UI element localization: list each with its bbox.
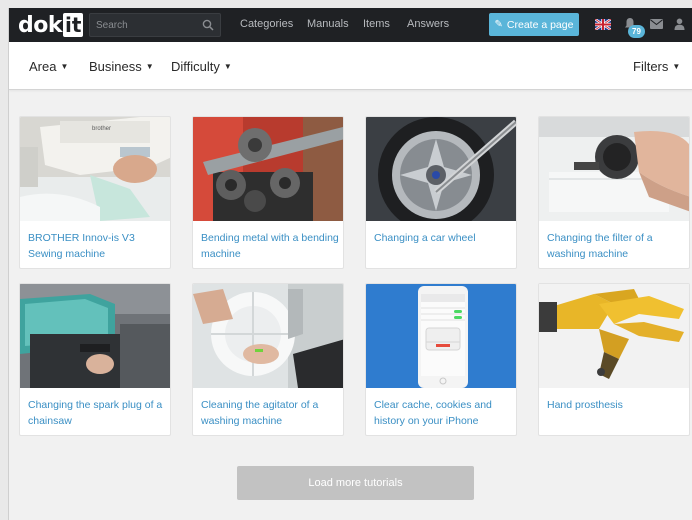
business-label: Business xyxy=(89,59,142,74)
svg-text:brother: brother xyxy=(92,126,111,132)
sewing-machine-thumbnail: brother xyxy=(20,117,170,221)
tutorial-title[interactable]: Cleaning the agitator of a washing machi… xyxy=(201,398,341,429)
mail-icon[interactable] xyxy=(650,19,663,29)
filters-label: Filters xyxy=(633,59,669,74)
user-icon[interactable] xyxy=(674,18,685,30)
business-dropdown[interactable]: Business ▼ xyxy=(89,59,154,74)
logo-text: dok xyxy=(18,12,63,38)
chainsaw-thumbnail xyxy=(20,284,170,388)
washing-filter-thumbnail xyxy=(539,117,689,221)
tutorial-title[interactable]: Bending metal with a bending machine xyxy=(201,231,341,262)
notification-badge: 79 xyxy=(628,25,645,38)
load-more-button[interactable]: Load more tutorials xyxy=(237,466,474,500)
create-page-button[interactable]: ✎ Create a page xyxy=(489,13,579,36)
nav-categories[interactable]: Categories xyxy=(240,18,293,30)
search-icon[interactable] xyxy=(202,19,214,31)
tutorial-card-iphone-cache[interactable]: Clear cache, cookies and history on your… xyxy=(365,283,517,436)
tutorial-card-sewing-machine[interactable]: brother BROTHER Innov-is V3 Sewing machi… xyxy=(19,116,171,269)
difficulty-label: Difficulty xyxy=(171,59,220,74)
nav-answers[interactable]: Answers xyxy=(407,18,449,30)
filter-bar: Area ▼ Business ▼ Difficulty ▼ Filters ▼ xyxy=(9,42,692,90)
caret-down-icon: ▼ xyxy=(672,62,681,71)
tutorial-title[interactable]: Changing the spark plug of a chainsaw xyxy=(28,398,168,429)
tutorial-card-washing-agitator[interactable]: Cleaning the agitator of a washing machi… xyxy=(192,283,344,436)
caret-down-icon: ▼ xyxy=(223,62,232,71)
dokit-logo[interactable]: dok it xyxy=(18,12,84,38)
filters-dropdown[interactable]: Filters ▼ xyxy=(633,59,680,74)
caret-down-icon: ▼ xyxy=(60,62,69,71)
area-dropdown[interactable]: Area ▼ xyxy=(29,59,68,74)
tutorial-card-bending-metal[interactable]: Bending metal with a bending machine xyxy=(192,116,344,269)
tutorial-title[interactable]: Clear cache, cookies and history on your… xyxy=(374,398,514,429)
difficulty-dropdown[interactable]: Difficulty ▼ xyxy=(171,59,232,74)
tutorial-card-chainsaw[interactable]: Changing the spark plug of a chainsaw xyxy=(19,283,171,436)
caret-down-icon: ▼ xyxy=(145,62,154,71)
car-wheel-thumbnail xyxy=(366,117,516,221)
top-navbar: dok it Categories Manuals Items Answers … xyxy=(9,8,692,42)
area-label: Area xyxy=(29,59,57,74)
pencil-icon: ✎ xyxy=(494,19,503,30)
tutorial-title[interactable]: Changing a car wheel xyxy=(374,231,514,247)
bending-machine-thumbnail xyxy=(193,117,343,221)
nav-items[interactable]: Items xyxy=(363,18,390,30)
nav-manuals[interactable]: Manuals xyxy=(307,18,349,30)
tutorial-card-car-wheel[interactable]: Changing a car wheel xyxy=(365,116,517,269)
logo-box-text: it xyxy=(63,13,84,37)
tutorial-title[interactable]: Changing the filter of a washing machine xyxy=(547,231,687,262)
washing-agitator-thumbnail xyxy=(193,284,343,388)
page-frame: dok it Categories Manuals Items Answers … xyxy=(8,8,692,520)
search-box[interactable] xyxy=(89,13,221,37)
uk-flag-icon[interactable] xyxy=(595,19,611,30)
tutorial-card-hand-prosthesis[interactable]: Hand prosthesis xyxy=(538,283,690,436)
search-input[interactable] xyxy=(96,17,196,33)
tutorial-title[interactable]: BROTHER Innov-is V3 Sewing machine xyxy=(28,231,168,262)
create-page-label: Create a page xyxy=(506,18,574,31)
iphone-thumbnail xyxy=(366,284,516,388)
hand-prosthesis-thumbnail xyxy=(539,284,689,388)
tutorial-title[interactable]: Hand prosthesis xyxy=(547,398,687,414)
tutorial-card-washing-filter[interactable]: Changing the filter of a washing machine xyxy=(538,116,690,269)
